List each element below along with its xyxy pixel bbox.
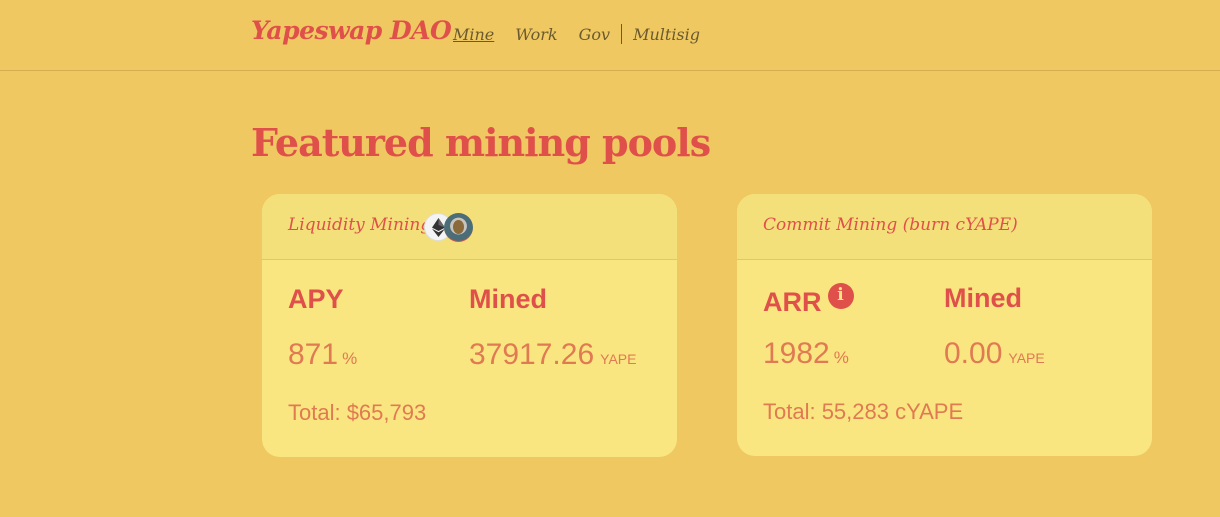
mined-value-group: 37917.26 YAPE xyxy=(469,338,636,372)
nav-link-work[interactable]: Work xyxy=(515,25,557,44)
token-pair-icons xyxy=(424,213,476,243)
rate-unit: % xyxy=(833,348,849,367)
nav-link-gov[interactable]: Gov xyxy=(579,25,610,44)
nav-links: Mine Work Gov Multisig xyxy=(453,24,721,44)
rate-unit: % xyxy=(342,349,358,368)
card-header: Commit Mining (burn cYAPE) xyxy=(737,194,1152,260)
ape-face-shape xyxy=(453,220,464,234)
mined-label: Mined xyxy=(469,284,547,314)
rate-label: ARR xyxy=(763,287,822,317)
mined-value: 0.00 xyxy=(944,337,1003,370)
nav-divider xyxy=(621,24,623,44)
top-navbar: Yapeswap DAO Mine Work Gov Multisig xyxy=(0,0,1220,71)
pool-card-liquidity-mining[interactable]: Liquidity Mining APY Mined 871% 37917.26… xyxy=(262,194,677,457)
pool-total: Total: 55,283 cYAPE xyxy=(763,399,964,424)
nav-link-mine[interactable]: Mine xyxy=(453,25,494,44)
mined-unit: YAPE xyxy=(1008,350,1045,366)
mined-value: 37917.26 xyxy=(469,338,595,371)
pool-total: Total: $65,793 xyxy=(288,400,427,425)
rate-value-group: 871% xyxy=(288,338,357,372)
info-icon[interactable] xyxy=(827,283,854,309)
rate-value-group: 1982% xyxy=(763,337,849,371)
card-header: Liquidity Mining xyxy=(262,194,677,260)
rate-label-group: ARR xyxy=(763,283,854,318)
ape-icon xyxy=(444,213,473,242)
pool-title: Liquidity Mining xyxy=(288,215,432,235)
pool-title: Commit Mining (burn cYAPE) xyxy=(763,215,1018,235)
mined-unit: YAPE xyxy=(600,351,637,367)
brand-logo-text[interactable]: Yapeswap DAO xyxy=(251,16,452,45)
pool-card-commit-mining[interactable]: Commit Mining (burn cYAPE) ARR Mined 198… xyxy=(737,194,1152,456)
rate-value: 1982 xyxy=(763,337,830,370)
mined-value-group: 0.00 YAPE xyxy=(944,337,1045,371)
rate-label: APY xyxy=(288,284,344,314)
nav-link-multisig[interactable]: Multisig xyxy=(633,25,700,44)
rate-value: 871 xyxy=(288,338,339,371)
mined-label: Mined xyxy=(944,283,1022,313)
page-title: Featured mining pools xyxy=(251,120,711,165)
